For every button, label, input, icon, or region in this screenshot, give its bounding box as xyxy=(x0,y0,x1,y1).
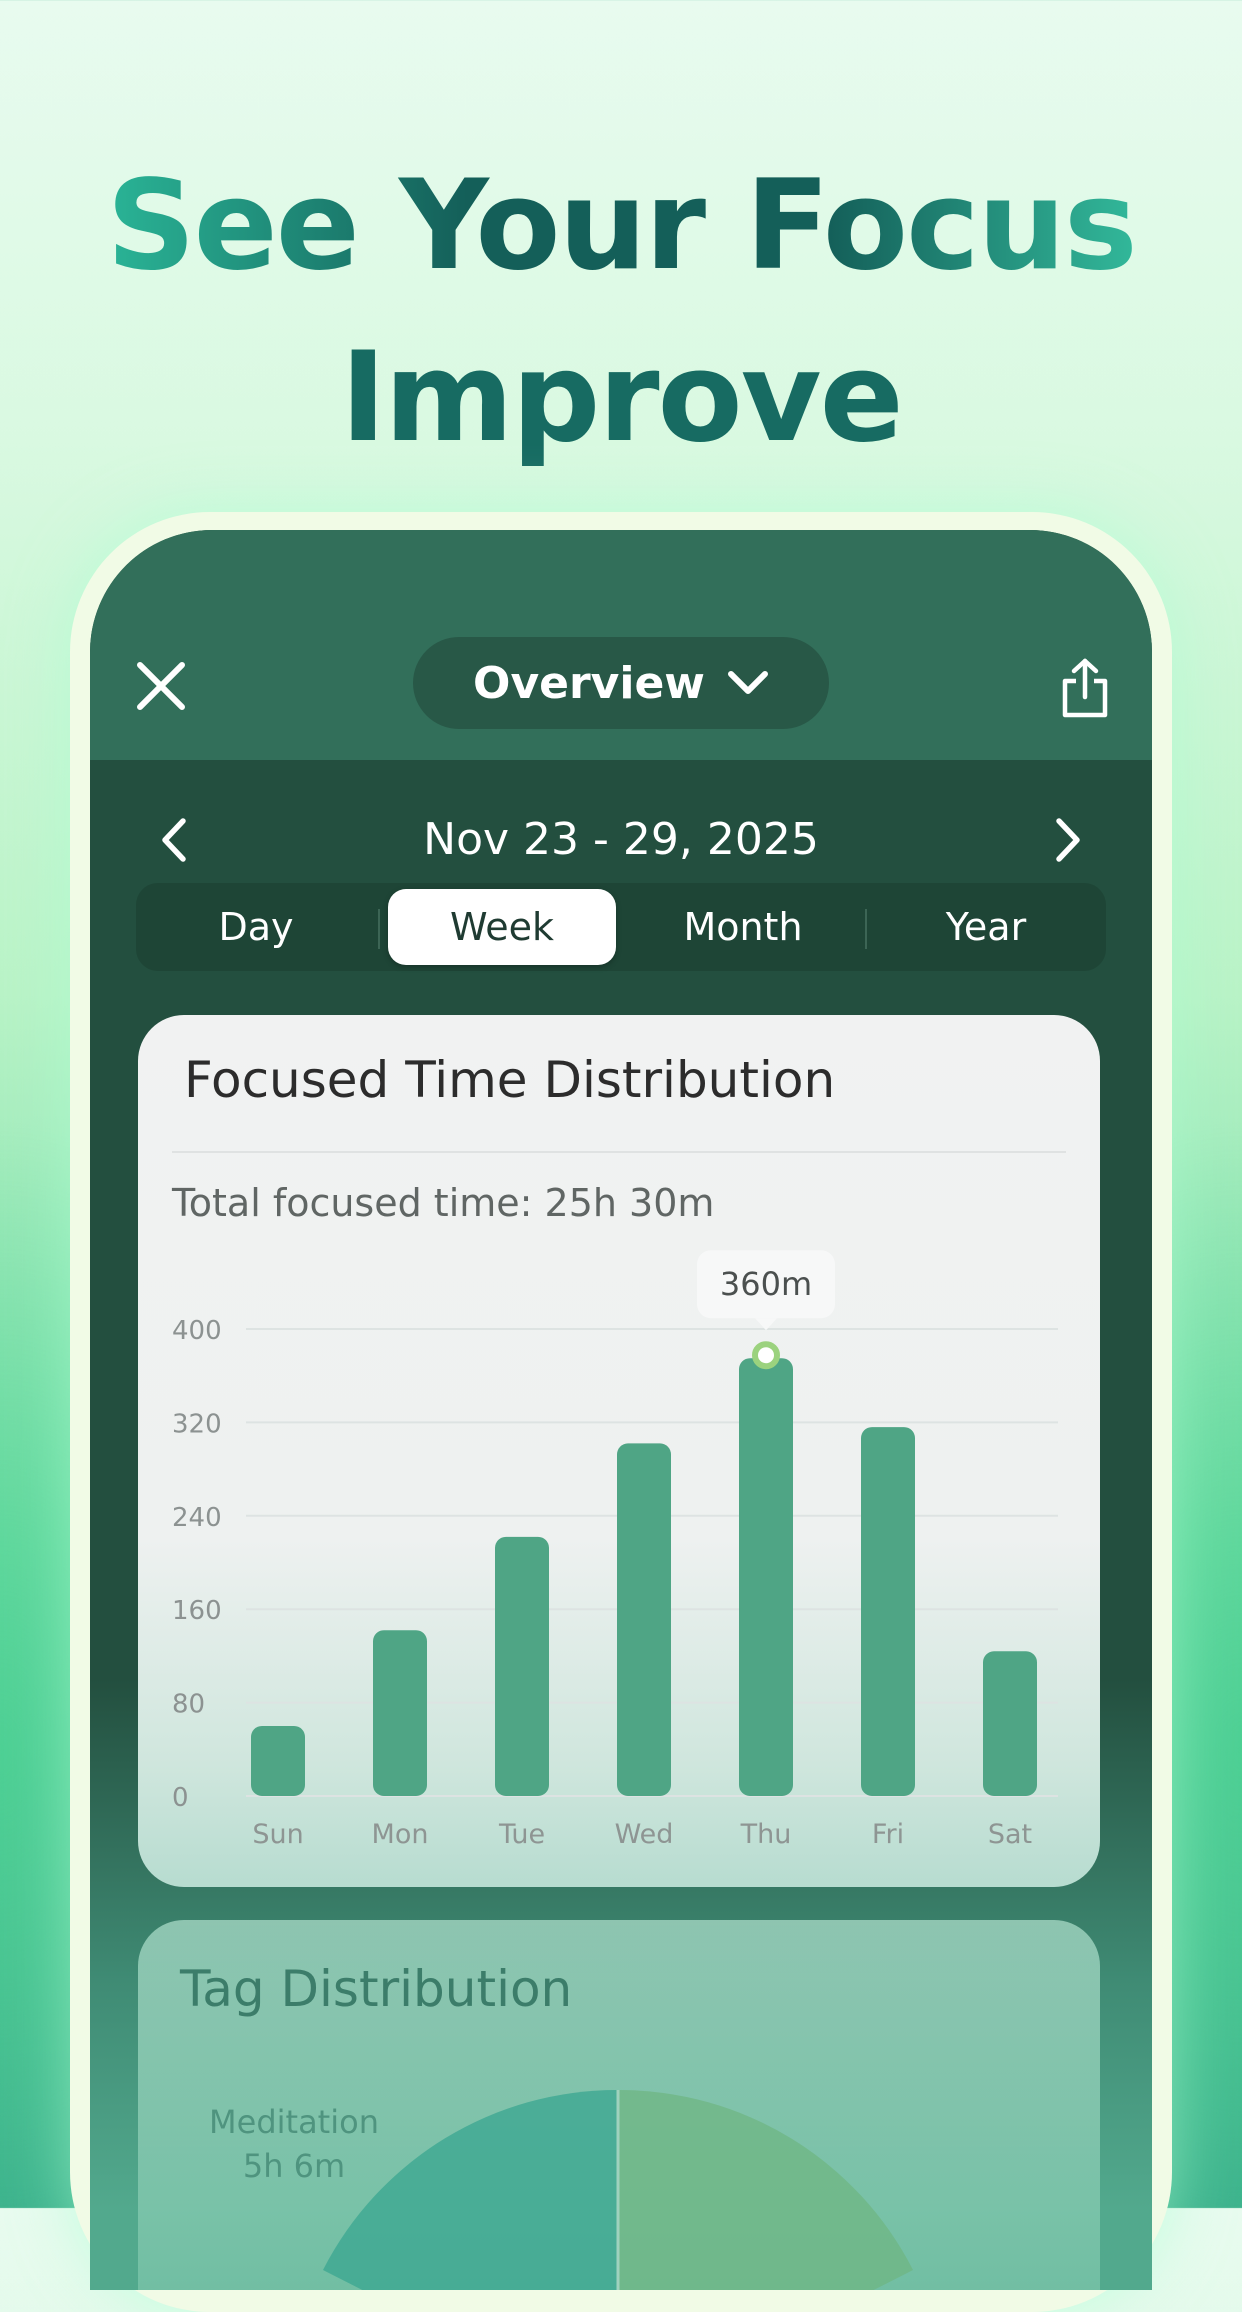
tag-distribution-card: Tag Distribution Meditation 5h 6m xyxy=(138,1920,1100,2290)
date-navigation: Nov 23 - 29, 2025 xyxy=(90,800,1152,880)
y-tick-label: 400 xyxy=(172,1316,222,1346)
date-range-label: Nov 23 - 29, 2025 xyxy=(423,814,819,865)
tab-week-label: Week xyxy=(449,905,555,949)
close-button[interactable] xyxy=(130,655,192,717)
y-tick-label: 160 xyxy=(172,1596,222,1626)
x-tick-label: Sun xyxy=(252,1819,303,1850)
tab-divider xyxy=(865,909,867,949)
overview-label: Overview xyxy=(473,657,705,709)
x-tick-label: Tue xyxy=(498,1819,545,1850)
top-bar: Overview xyxy=(90,530,1152,760)
highlight-point xyxy=(752,1341,780,1370)
y-tick-label: 320 xyxy=(172,1409,222,1439)
y-tick-label: 80 xyxy=(172,1690,205,1720)
tab-month-label: Month xyxy=(683,905,803,949)
tab-year-label: Year xyxy=(945,905,1027,949)
y-tick-label: 240 xyxy=(172,1503,222,1533)
focused-time-card: Focused Time Distribution Total focused … xyxy=(138,1015,1100,1887)
period-selector: Day Week Month Year xyxy=(136,883,1106,971)
chevron-down-icon xyxy=(727,671,768,694)
tab-year[interactable]: Year xyxy=(872,889,1100,965)
x-tick-label: Thu xyxy=(740,1819,792,1850)
tooltip-text: 360m xyxy=(720,1265,812,1303)
tag-legend-name: Meditation xyxy=(209,2103,379,2141)
phone-screen: Overview Nov 23 - 29, 2025 Day Week Mont… xyxy=(90,530,1152,2290)
next-week-button[interactable] xyxy=(1038,810,1098,870)
tab-week[interactable]: Week xyxy=(388,889,616,965)
share-button[interactable] xyxy=(1050,648,1120,728)
tag-legend-meditation: Meditation 5h 6m xyxy=(184,2100,404,2188)
x-tick-label: Mon xyxy=(372,1819,429,1850)
previous-week-button[interactable] xyxy=(144,810,204,870)
focused-time-bar-chart: 0 80 160 240 320 400 Sun Mon Tue Wed Thu Fri Sat 360m xyxy=(172,1250,1058,1850)
headline: See Your Focus Improve xyxy=(0,140,1242,484)
close-icon xyxy=(137,662,185,710)
bar-wed[interactable] xyxy=(617,1443,671,1796)
bar-mon[interactable] xyxy=(373,1630,427,1796)
tab-day[interactable]: Day xyxy=(142,889,370,965)
bar-tue[interactable] xyxy=(495,1536,549,1796)
bar-thu[interactable] xyxy=(739,1358,793,1796)
x-tick-label: Sat xyxy=(988,1819,1032,1850)
pie-slice-green xyxy=(618,2089,913,2290)
tab-month[interactable]: Month xyxy=(626,889,860,965)
bar-sun[interactable] xyxy=(251,1725,305,1796)
x-tick-label: Wed xyxy=(615,1819,674,1850)
share-icon xyxy=(1062,658,1108,718)
tab-divider xyxy=(378,909,380,949)
bar-fri[interactable] xyxy=(861,1427,915,1796)
overview-dropdown[interactable]: Overview xyxy=(413,637,829,729)
y-tick-label: 0 xyxy=(172,1783,189,1813)
x-tick-label: Fri xyxy=(872,1819,904,1850)
chevron-left-icon xyxy=(162,818,186,862)
bar-sat[interactable] xyxy=(983,1651,1037,1796)
chevron-right-icon xyxy=(1056,818,1080,862)
tag-legend-value: 5h 6m xyxy=(242,2147,346,2185)
tab-day-label: Day xyxy=(218,905,294,949)
headline-line-2: Improve xyxy=(340,326,903,470)
headline-line-1: See Your Focus xyxy=(106,140,1137,312)
